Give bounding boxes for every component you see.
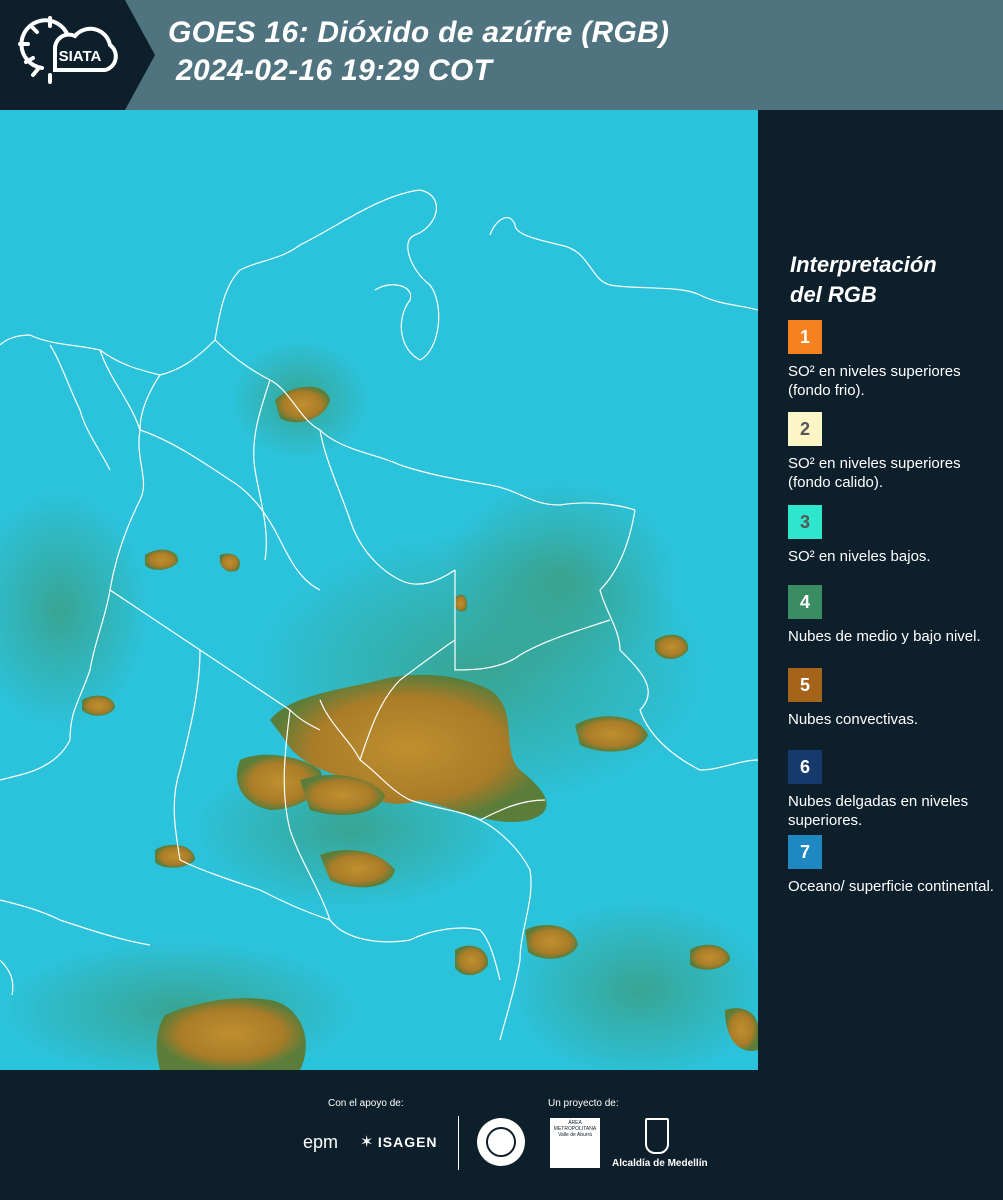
legend-swatch: 6 [788, 750, 822, 784]
epm-logo: epm [303, 1132, 339, 1152]
legend-swatch: 3 [788, 505, 822, 539]
alcaldia-shield-icon [645, 1118, 669, 1154]
medellin-seal-icon [477, 1118, 525, 1166]
legend-item: 7 Oceano/ superficie continental. [788, 835, 998, 896]
legend-label: SO² en niveles superiores (fondo frio). [788, 363, 961, 399]
legend-item: 2 SO² en niveles superiores (fondo calido… [788, 412, 998, 492]
page-title: GOES 16: Dióxido de azúfre (RGB) 2024-02… [168, 14, 669, 90]
alcaldia-text: Alcaldía de Medellín [612, 1158, 708, 1169]
legend-panel: Interpretación del RGB 1 SO² en niveles s… [760, 110, 1003, 1070]
title-line-1: GOES 16: Dióxido de azúfre (RGB) [168, 16, 670, 49]
siata-logo-text: SIATA [59, 48, 102, 65]
legend-item: 5 Nubes convectivas. [788, 668, 998, 729]
legend-label: SO² en niveles superiores (fondo calido)… [788, 455, 961, 491]
legend-swatch: 1 [788, 320, 822, 354]
title-line-2: 2024-02-16 19:29 COT [176, 54, 493, 87]
legend-label: SO² en niveles bajos. [788, 548, 931, 565]
isagen-logo: ✶ ISAGEN [360, 1132, 438, 1152]
isagen-icon: ✶ [360, 1134, 374, 1151]
satellite-map [0, 110, 758, 1070]
legend-label: Nubes delgadas en niveles superiores. [788, 793, 969, 829]
area-metropolitana-logo: ÁREA METROPOLITANA Valle de Aburrá [550, 1118, 600, 1168]
support-label: Con el apoyo de: [328, 1098, 404, 1109]
legend-swatch: 7 [788, 835, 822, 869]
footer: Con el apoyo de: Un proyecto de: epm ✶ I… [0, 1070, 1003, 1200]
siata-logo: SIATA [0, 0, 158, 110]
area-metropolitana-text: ÁREA METROPOLITANA Valle de Aburrá [553, 1120, 597, 1138]
legend-item: 3 SO² en niveles bajos. [788, 505, 998, 566]
project-label: Un proyecto de: [548, 1098, 619, 1109]
legend-swatch: 2 [788, 412, 822, 446]
legend-item: 4 Nubes de medio y bajo nivel. [788, 585, 998, 646]
header-bar: SIATA GOES 16: Dióxido de azúfre (RGB) 2… [0, 0, 1003, 110]
legend-title-line-2: del RGB [790, 282, 877, 307]
legend-item: 1 SO² en niveles superiores (fondo frio). [788, 320, 998, 400]
isagen-text: ISAGEN [377, 1134, 438, 1150]
legend-item: 6 Nubes delgadas en niveles superiores. [788, 750, 998, 830]
legend-label: Oceano/ superficie continental. [788, 878, 994, 895]
legend-title: Interpretación del RGB [790, 250, 937, 310]
legend-label: Nubes convectivas. [788, 711, 919, 728]
legend-swatch: 5 [788, 668, 822, 702]
legend-title-line-1: Interpretación [790, 252, 937, 277]
legend-label: Nubes de medio y bajo nivel. [788, 628, 981, 645]
legend-swatch: 4 [788, 585, 822, 619]
footer-divider [458, 1116, 459, 1170]
